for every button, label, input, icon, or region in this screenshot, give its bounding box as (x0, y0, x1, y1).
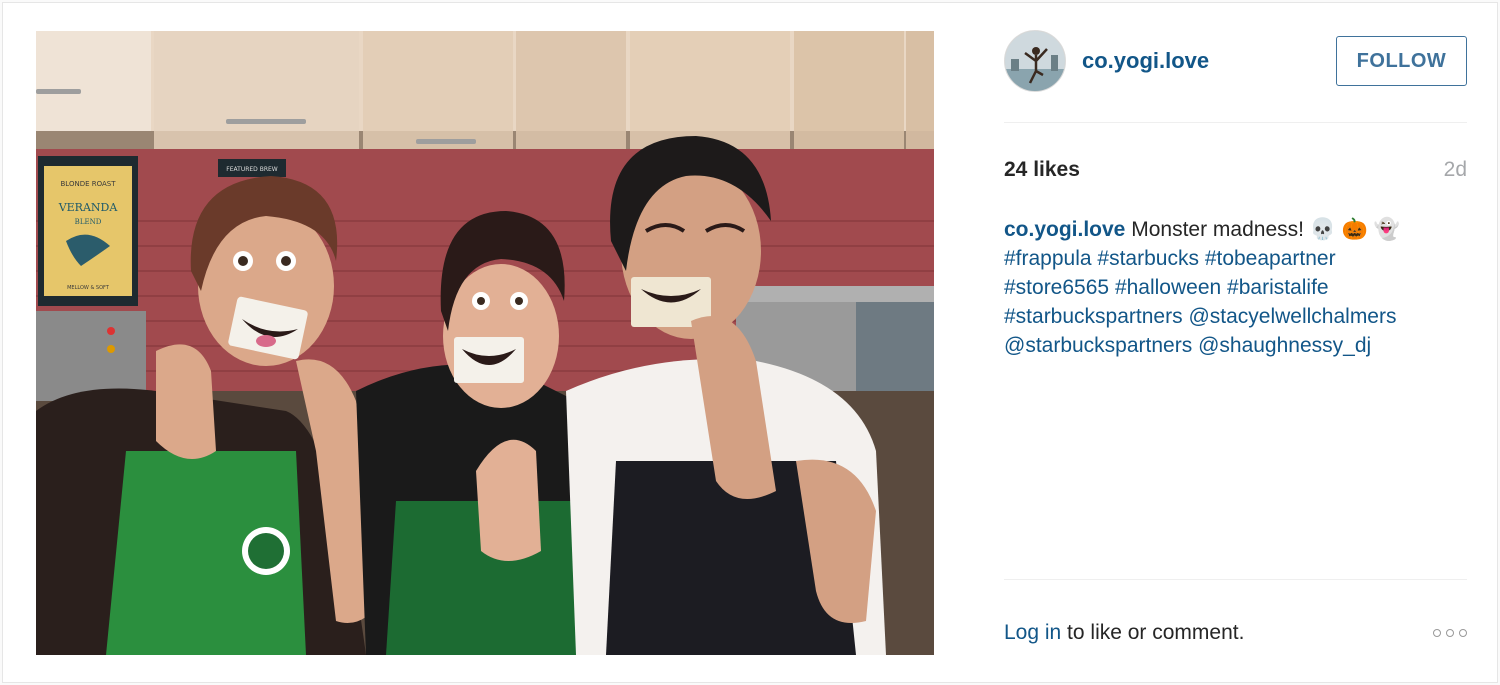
more-options-icon[interactable] (1433, 629, 1467, 637)
post-caption: co.yogi.love Monster madness! 💀 🎃 👻 #fra… (1004, 215, 1467, 360)
hashtag-link[interactable]: #tobeapartner (1205, 247, 1336, 270)
hashtag-link[interactable]: #starbucks (1097, 247, 1199, 270)
hashtag-link[interactable]: #frappula (1004, 247, 1092, 270)
caption-line-4: #starbuckspartners @stacyelwellchalmers (1004, 302, 1467, 331)
post-photo[interactable]: BLONDE ROAST VERANDA BLEND MELLOW & SOFT… (36, 31, 934, 655)
user-avatar[interactable] (1004, 30, 1066, 92)
caption-line-3: #store6565 #halloween #baristalife (1004, 273, 1467, 302)
post-time: 2d (1443, 158, 1467, 181)
dot (1446, 629, 1454, 637)
dot (1433, 629, 1441, 637)
login-link[interactable]: Log in (1004, 621, 1061, 644)
mention-link[interactable]: @shaughnessy_dj (1198, 334, 1371, 357)
sign-sub: BLEND (75, 218, 102, 226)
caption-username-link[interactable]: co.yogi.love (1004, 218, 1125, 241)
follow-button[interactable]: FOLLOW (1336, 36, 1467, 86)
caption-line-1: co.yogi.love Monster madness! 💀 🎃 👻 (1004, 215, 1467, 244)
dot (1459, 629, 1467, 637)
likes-count[interactable]: 24 likes (1004, 158, 1080, 182)
sign-foot: MELLOW & SOFT (67, 285, 110, 291)
sign-roast: BLONDE ROAST (61, 180, 117, 188)
caption-line-2: #frappula #starbucks #tobeapartner (1004, 244, 1467, 273)
hashtag-link[interactable]: #baristalife (1227, 276, 1329, 299)
mention-link[interactable]: @starbuckspartners (1004, 334, 1192, 357)
hashtag-link[interactable]: #starbuckspartners (1004, 305, 1183, 328)
footer-divider (1004, 579, 1467, 580)
hashtag-link[interactable]: #halloween (1115, 276, 1221, 299)
sign-name: VERANDA (58, 201, 119, 214)
post-sidebar: co.yogi.love FOLLOW 24 likes 2d co.yogi.… (1004, 3, 1467, 684)
sign-tag: FEATURED BREW (226, 166, 278, 173)
hashtag-link[interactable]: #store6565 (1004, 276, 1109, 299)
login-prompt: Log in to like or comment. (1004, 621, 1244, 645)
post-card: BLONDE ROAST VERANDA BLEND MELLOW & SOFT… (2, 2, 1498, 683)
mention-link[interactable]: @stacyelwellchalmers (1188, 305, 1396, 328)
caption-line-5: @starbuckspartners @shaughnessy_dj (1004, 331, 1467, 360)
header-divider (1004, 122, 1467, 123)
login-suffix: to like or comment. (1061, 621, 1245, 644)
caption-text: Monster madness! 💀 🎃 👻 (1131, 218, 1400, 241)
username-link[interactable]: co.yogi.love (1082, 48, 1209, 74)
